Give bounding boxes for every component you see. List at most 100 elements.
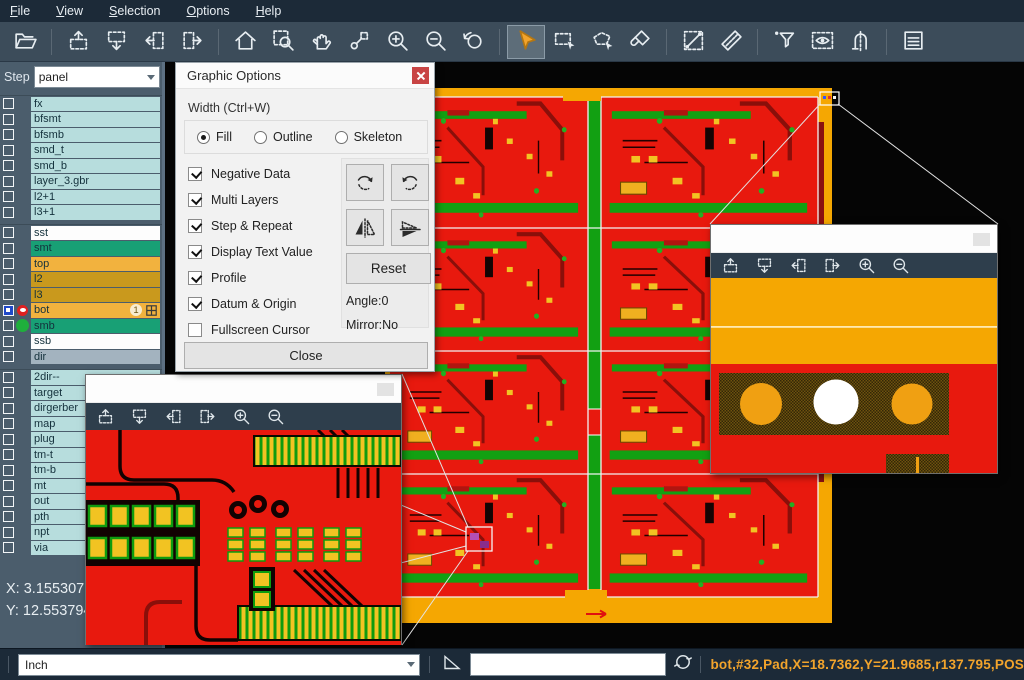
layer-checkbox[interactable] (3, 129, 14, 140)
zoom-in-button[interactable] (378, 25, 416, 59)
shift-down-icon[interactable] (754, 255, 775, 276)
magnifier-window-left[interactable] (85, 374, 402, 645)
layer-name-smd_t[interactable]: smd_t (31, 143, 160, 158)
magnifier-window-right[interactable] (710, 224, 998, 474)
checkbox-display-text-value[interactable]: Display Text Value (188, 239, 313, 265)
checkbox-profile[interactable]: Profile (188, 265, 313, 291)
layer-checkbox[interactable] (3, 258, 14, 269)
home-view-button[interactable] (226, 25, 264, 59)
view-region-button[interactable] (803, 25, 841, 59)
angle-measure-icon[interactable] (442, 653, 462, 676)
layer-checkbox[interactable] (3, 114, 14, 125)
flip-vertical-button[interactable] (391, 209, 429, 246)
dialog-titlebar[interactable]: Graphic Options (176, 63, 434, 89)
layer-checkbox[interactable] (3, 176, 14, 187)
radio-skeleton[interactable]: Skeleton (335, 130, 403, 144)
layer-checkbox[interactable] (3, 434, 14, 445)
shift-right-icon[interactable] (197, 406, 218, 427)
window-button-icon[interactable] (973, 233, 990, 246)
zoom-previous-button[interactable] (454, 25, 492, 59)
pan-hand-button[interactable] (302, 25, 340, 59)
select-pointer-button[interactable] (507, 25, 545, 59)
filter-button[interactable] (765, 25, 803, 59)
layer-checkbox[interactable] (3, 289, 14, 300)
shift-up-icon[interactable] (720, 255, 741, 276)
layer-checkbox[interactable] (3, 351, 14, 362)
zoom-out-icon[interactable] (265, 406, 286, 427)
layer-name-dir[interactable]: dir (31, 350, 160, 365)
magnifier-titlebar[interactable] (86, 375, 401, 403)
checkbox-multi-layers[interactable]: Multi Layers (188, 187, 313, 213)
snap-loop-button[interactable] (841, 25, 879, 59)
measure-distance-button[interactable] (674, 25, 712, 59)
step-select[interactable]: panel (34, 66, 160, 88)
zoom-in-icon[interactable] (856, 255, 877, 276)
menu-item-selection[interactable]: Selection (109, 4, 160, 18)
checkbox-step-repeat[interactable]: Step & Repeat (188, 213, 313, 239)
layer-checkbox[interactable] (3, 480, 14, 491)
window-button-icon[interactable] (377, 383, 394, 396)
zoom-out-button[interactable] (416, 25, 454, 59)
menu-item-help[interactable]: Help (256, 4, 282, 18)
shift-right-icon[interactable] (822, 255, 843, 276)
select-poly-button[interactable] (583, 25, 621, 59)
magnifier-titlebar[interactable] (711, 225, 997, 253)
checkbox-datum-origin[interactable]: Datum & Origin (188, 291, 313, 317)
clean-brush-button[interactable] (621, 25, 659, 59)
radio-outline[interactable]: Outline (254, 130, 313, 144)
magnifier-pad-view[interactable] (711, 278, 997, 473)
layer-checkbox[interactable] (3, 418, 14, 429)
layer-name-bfsmb[interactable]: bfsmb (31, 128, 160, 143)
layer-name-sst[interactable]: sst (31, 226, 160, 241)
layer-checkbox[interactable] (3, 372, 14, 383)
close-button[interactable]: Close (184, 342, 428, 369)
checkbox-negative-data[interactable]: Negative Data (188, 161, 313, 187)
checkbox-fullscreen-cursor[interactable]: Fullscreen Cursor (188, 317, 313, 343)
open-folder-button[interactable] (6, 25, 44, 59)
layer-checkbox[interactable] (3, 227, 14, 238)
layer-checkbox[interactable] (3, 243, 14, 254)
layer-checkbox[interactable] (3, 511, 14, 522)
layer-name-l2+1[interactable]: l2+1 (31, 190, 160, 205)
layer-name-l3+1[interactable]: l3+1 (31, 205, 160, 220)
layers-panel-button[interactable] (894, 25, 932, 59)
layer-checkbox[interactable] (3, 465, 14, 476)
menu-item-view[interactable]: View (56, 4, 83, 18)
layer-checkbox[interactable] (3, 542, 14, 553)
shift-down-button[interactable] (97, 25, 135, 59)
shift-left-button[interactable] (135, 25, 173, 59)
layer-name-smt[interactable]: smt (31, 241, 160, 256)
rotate-cw-button[interactable] (346, 164, 384, 201)
layer-name-fx[interactable]: fx (31, 97, 160, 112)
pan-jump-button[interactable] (340, 25, 378, 59)
zoom-out-icon[interactable] (890, 255, 911, 276)
layer-checkbox[interactable] (3, 160, 14, 171)
layer-checkbox[interactable] (3, 305, 14, 316)
layer-checkbox[interactable] (3, 274, 14, 285)
rotate-ccw-button[interactable] (391, 164, 429, 201)
refresh-icon[interactable] (674, 653, 692, 676)
zoom-region-button[interactable] (264, 25, 302, 59)
select-rect-button[interactable] (545, 25, 583, 59)
radio-fill[interactable]: Fill (197, 130, 232, 144)
layer-name-l2[interactable]: l2 (31, 272, 160, 287)
layer-name-smd_b[interactable]: smd_b (31, 159, 160, 174)
shift-right-button[interactable] (173, 25, 211, 59)
shift-up-icon[interactable] (95, 406, 116, 427)
shift-down-icon[interactable] (129, 406, 150, 427)
layer-checkbox[interactable] (3, 527, 14, 538)
reset-button[interactable]: Reset (346, 253, 431, 284)
layer-checkbox[interactable] (3, 387, 14, 398)
command-input[interactable] (470, 653, 666, 676)
layer-name-bfsmt[interactable]: bfsmt (31, 112, 160, 127)
ruler-button[interactable] (712, 25, 750, 59)
close-icon[interactable] (412, 67, 429, 84)
layer-name-layer_3.gbr[interactable]: layer_3.gbr (31, 174, 160, 189)
layer-checkbox[interactable] (3, 449, 14, 460)
flip-horizontal-button[interactable] (346, 209, 384, 246)
layer-checkbox[interactable] (3, 336, 14, 347)
magnifier-pcb-view[interactable] (86, 430, 401, 645)
layer-checkbox[interactable] (3, 320, 14, 331)
layer-checkbox[interactable] (3, 98, 14, 109)
layer-name-top[interactable]: top (31, 257, 160, 272)
